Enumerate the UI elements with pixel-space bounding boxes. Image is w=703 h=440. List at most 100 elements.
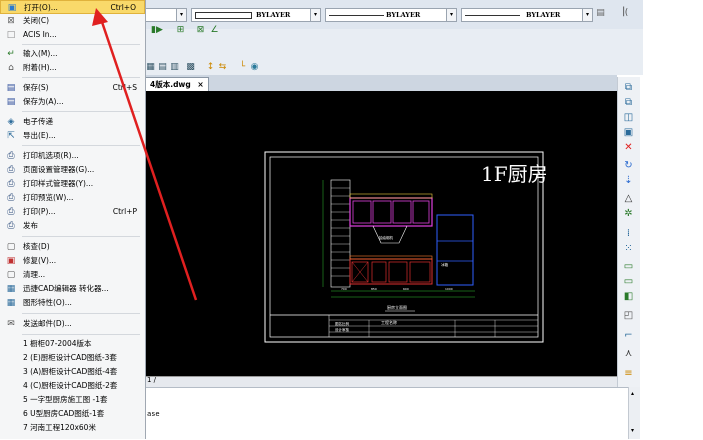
scroll-up-icon[interactable]: ▴ (631, 390, 634, 397)
explode-icon[interactable]: ✲ (622, 207, 635, 220)
layer-combo[interactable]: ▾ (143, 8, 187, 22)
columns-icon[interactable]: ▥ (169, 62, 180, 73)
save-as-icon: ▤ (6, 97, 16, 107)
tab-close-icon[interactable]: × (197, 80, 203, 89)
open-folder-icon: ▣ (7, 3, 17, 13)
menu-item-print-preview[interactable]: ⎙ 打印预览(W)... (0, 191, 145, 205)
fillet-icon[interactable]: ⌐ (622, 329, 635, 342)
menu-item-open[interactable]: ▣ 打开(O)... Ctrl+O (0, 0, 145, 14)
menu-item-close[interactable]: ⊠ 关闭(C) (0, 14, 145, 28)
menu-item-etransmit[interactable]: ◈ 电子传递 (0, 115, 145, 129)
color-combo[interactable]: BYLAYER ▾ (191, 8, 321, 22)
menu-item-save[interactable]: ▤ 保存(S) Ctrl+S (0, 81, 145, 95)
recent-file-1[interactable]: 1 橱柜07-2004版本 (0, 337, 145, 351)
purge-icon: ▢ (6, 270, 16, 280)
scroll-down-icon[interactable]: ▾ (631, 427, 634, 434)
table-icon[interactable]: ▤ (157, 62, 168, 73)
menu-shortcut: Ctrl+O (110, 3, 136, 12)
menu-item-printer-options[interactable]: ⎙ 打印机选项(R)... (0, 149, 145, 163)
properties-icon[interactable]: ≡ (622, 367, 635, 380)
svg-text:600: 600 (403, 287, 409, 291)
menu-label: 修复(V)... (23, 256, 57, 265)
menu-item-purge[interactable]: ▢ 清理... (0, 268, 145, 282)
layout-tab-label[interactable]: 1 / (147, 376, 156, 384)
acis-icon: □ (6, 30, 16, 40)
menu-label: 附着(H)... (23, 63, 57, 72)
erase-icon[interactable]: ✕ (622, 141, 635, 154)
menu-item-attach[interactable]: ⌂ 附着(H)... (0, 61, 145, 75)
command-scrollbar[interactable]: ▴ ▾ (628, 387, 640, 439)
extend-icon[interactable]: ▭ (622, 275, 635, 288)
break-icon[interactable]: ◧ (622, 290, 635, 303)
menu-separator (22, 111, 140, 112)
triangle-icon[interactable]: △ (622, 192, 635, 205)
block-icon[interactable]: ⊞ (175, 25, 186, 36)
publish-icon: ⎙ (7, 221, 15, 231)
print-style-icon[interactable]: ▤ (595, 8, 606, 19)
join-icon[interactable]: ⋏ (622, 347, 635, 360)
copy-icon[interactable]: ⧉ (622, 81, 635, 94)
drawing-canvas[interactable]: 工程名称 图名比例 设计审核 抽油烟机 冰箱 700 850 600 1000 … (145, 91, 617, 376)
menu-item-import[interactable]: ↵ 输入(M)... (0, 47, 145, 61)
tab-document[interactable]: 4版本.dwg × (145, 77, 209, 91)
lineweight-value: BYLAYER (526, 11, 561, 19)
linetype-value: BYLAYER (386, 11, 421, 19)
menu-item-page-setup[interactable]: ⎙ 页面设置管理器(G)... (0, 163, 145, 177)
recent-file-4[interactable]: 4 (C)厨柜设计CAD图纸-2套 (0, 379, 145, 393)
import-icon: ↵ (7, 49, 15, 59)
lineweight-combo[interactable]: BYLAYER ▾ (461, 8, 593, 22)
linetype-combo[interactable]: BYLAYER ▾ (325, 8, 457, 22)
menu-item-save-as[interactable]: ▤ 保存为(A)... (0, 95, 145, 109)
dimension-icon[interactable]: ↕ (205, 62, 216, 73)
trim-icon[interactable]: ▭ (622, 260, 635, 273)
angle-icon[interactable]: ∠ (209, 25, 220, 36)
move-icon[interactable]: ⇣ (622, 174, 635, 187)
menu-separator (22, 236, 140, 237)
hatch-icon[interactable]: ▩ (185, 62, 196, 73)
menu-item-recover[interactable]: ▣ 修复(V)... (0, 254, 145, 268)
menu-item-acis[interactable]: □ ACIS In... (0, 28, 145, 42)
chamfer-icon[interactable]: ◰ (622, 309, 635, 322)
scale-icon[interactable]: ⁙ (622, 242, 635, 255)
snap-icon[interactable]: ⊠ (195, 25, 206, 36)
ucs-icon[interactable]: └ (237, 62, 248, 73)
grid-icon[interactable]: ▦ (145, 62, 156, 73)
plot-style-icon: ⎙ (7, 179, 15, 189)
menu-item-audit[interactable]: ▢ 核查(D) (0, 240, 145, 254)
chevron-down-icon: ▾ (176, 9, 186, 21)
recent-file-label: 3 (A)厨柜设计CAD图纸-4套 (23, 367, 118, 376)
recent-file-3[interactable]: 3 (A)厨柜设计CAD图纸-4套 (0, 365, 145, 379)
menu-item-drawing-properties[interactable]: ▦ 图形特性(O)... (0, 296, 145, 310)
menu-label: 清理... (23, 270, 46, 279)
chevron-down-icon: ▾ (582, 9, 592, 21)
menu-item-send-mail[interactable]: ✉ 发送邮件(D)... (0, 317, 145, 331)
recent-file-6[interactable]: 6 U型厨房CAD图纸-1套 (0, 407, 145, 421)
menu-item-plot-style[interactable]: ⎙ 打印样式管理器(Y)... (0, 177, 145, 191)
play-icon[interactable]: ▶ (154, 25, 165, 36)
document-tabbar: 4版本.dwg × (145, 75, 617, 91)
page-setup-icon: ⎙ (7, 165, 15, 175)
recent-file-2[interactable]: 2 (E)厨柜设计CAD图纸-3套 (0, 351, 145, 365)
leader-icon[interactable]: ⇆ (217, 62, 228, 73)
rotate-icon[interactable]: ↻ (622, 159, 635, 172)
menu-item-export[interactable]: ⇱ 导出(E)... (0, 129, 145, 143)
svg-text:1000: 1000 (445, 287, 453, 291)
save-icon: ▤ (6, 83, 16, 93)
recent-file-5[interactable]: 5 一字型厨房施工图 -1套 (0, 393, 145, 407)
stretch-icon[interactable]: ⁞ (622, 227, 635, 240)
menu-item-print[interactable]: ⎙ 打印(P)... Ctrl+P (0, 205, 145, 219)
audit-icon: ▢ (6, 242, 16, 252)
drawing-svg: 工程名称 图名比例 设计审核 抽油烟机 冰箱 700 850 600 1000 … (264, 151, 548, 343)
linetype-preview (329, 15, 384, 16)
offset-icon[interactable]: ◫ (622, 111, 635, 124)
menu-item-converter[interactable]: ▦ 迅捷CAD编辑器 转化器... (0, 282, 145, 296)
mirror-icon[interactable]: ⧉ (622, 96, 635, 109)
menu-item-publish[interactable]: ⎙ 发布 (0, 219, 145, 233)
array-icon[interactable]: ▣ (622, 126, 635, 139)
svg-text:850: 850 (371, 287, 377, 291)
recent-file-7[interactable]: 7 河南工程120x60米 (0, 421, 145, 435)
command-line[interactable]: ase (145, 387, 628, 440)
menu-label: 保存(S) (23, 83, 49, 92)
window-divider-icon: | (622, 6, 626, 17)
view-icon[interactable]: ◉ (249, 62, 260, 73)
